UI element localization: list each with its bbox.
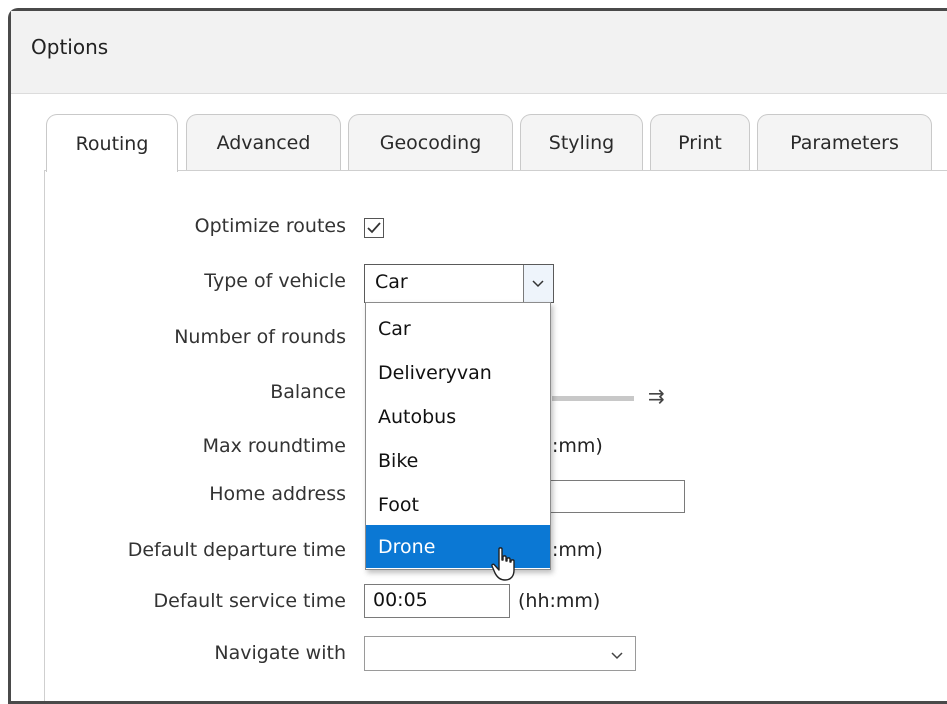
optimize-routes-checkbox[interactable] xyxy=(364,218,384,238)
balance-label: Balance xyxy=(270,381,346,403)
mouse-pointer-icon xyxy=(491,547,515,581)
chevron-down-icon[interactable] xyxy=(607,645,627,665)
tab-geocoding[interactable]: Geocoding xyxy=(348,114,513,170)
vehicle-dropdown-list: Car Deliveryvan Autobus Bike Foot Drone xyxy=(365,302,551,570)
tab-parameters[interactable]: Parameters xyxy=(757,114,932,170)
home-address-label: Home address xyxy=(209,483,346,505)
home-address-input[interactable] xyxy=(540,480,685,513)
balance-slider[interactable] xyxy=(552,396,634,401)
vehicle-option-drone[interactable]: Drone xyxy=(366,525,550,568)
default-service-input[interactable]: 00:05 xyxy=(364,584,510,618)
vehicle-option-car[interactable]: Car xyxy=(366,307,550,350)
vehicle-option-foot[interactable]: Foot xyxy=(366,483,550,526)
tab-routing[interactable]: Routing xyxy=(46,114,178,172)
swap-arrows-icon[interactable]: ⇉ xyxy=(648,384,665,408)
default-departure-label: Default departure time xyxy=(127,539,346,561)
rounds-label: Number of rounds xyxy=(174,326,346,348)
vehicle-option-bike[interactable]: Bike xyxy=(366,439,550,482)
navigate-with-select[interactable] xyxy=(364,636,636,671)
chevron-down-icon[interactable] xyxy=(523,265,553,302)
navigate-with-label: Navigate with xyxy=(214,642,346,664)
default-service-label: Default service time xyxy=(153,590,347,612)
optimize-routes-label: Optimize routes xyxy=(194,215,346,237)
vehicle-type-value: Car xyxy=(375,271,408,293)
vehicle-option-autobus[interactable]: Autobus xyxy=(366,395,550,438)
vehicle-option-deliveryvan[interactable]: Deliveryvan xyxy=(366,351,550,394)
default-departure-unit: :mm) xyxy=(552,539,603,561)
max-roundtime-label: Max roundtime xyxy=(202,435,346,457)
default-service-unit: (hh:mm) xyxy=(518,590,601,612)
checkmark-icon xyxy=(367,222,381,234)
tab-print[interactable]: Print xyxy=(650,114,750,170)
max-roundtime-unit: :mm) xyxy=(552,435,603,457)
window-title: Options xyxy=(31,35,109,59)
vehicle-type-select[interactable]: Car xyxy=(364,264,554,303)
vehicle-type-label: Type of vehicle xyxy=(204,270,346,292)
tab-styling[interactable]: Styling xyxy=(520,114,643,170)
title-bar: Options xyxy=(11,11,947,94)
tab-advanced[interactable]: Advanced xyxy=(186,114,341,170)
